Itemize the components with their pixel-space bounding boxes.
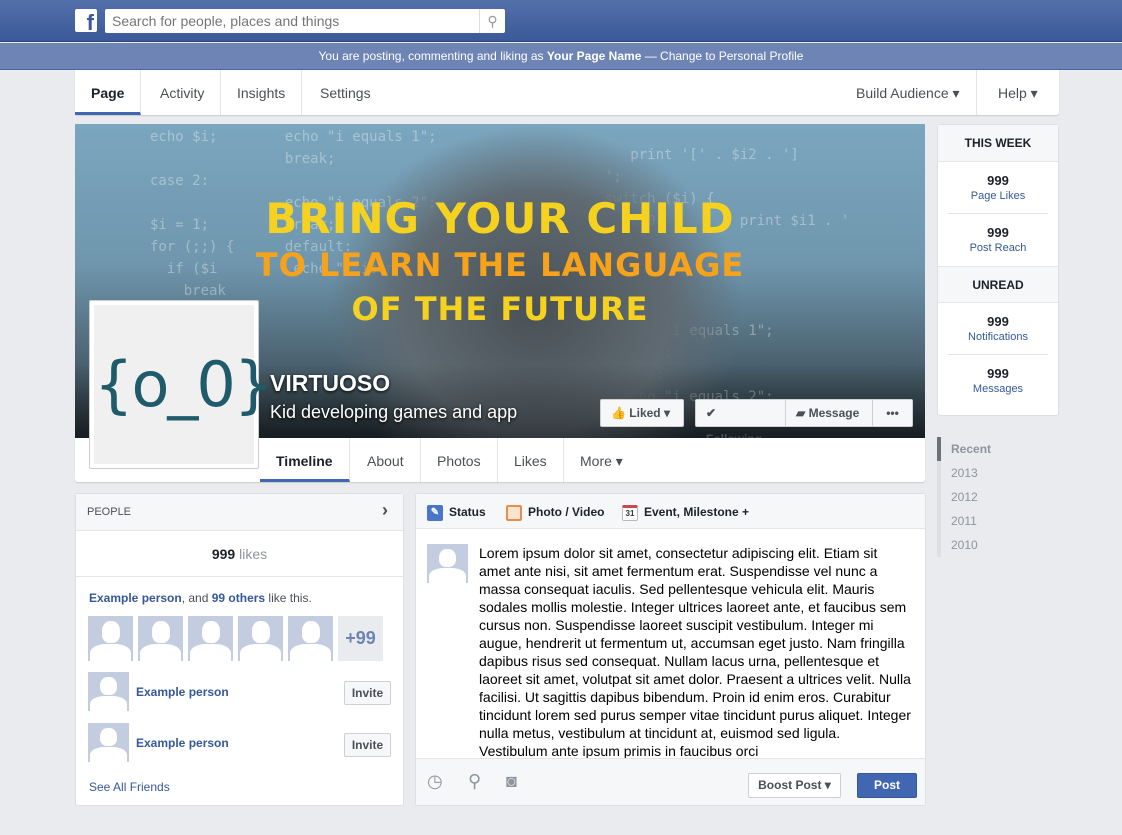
people-header[interactable]: PEOPLE › <box>76 494 403 531</box>
friend-avatar[interactable] <box>288 616 333 661</box>
tab-insights[interactable]: Insights <box>221 70 303 115</box>
build-audience-menu[interactable]: Build Audience ▾ <box>840 70 977 115</box>
year-2012[interactable]: 2012 <box>937 485 991 509</box>
tab-likes[interactable]: Likes <box>498 438 564 482</box>
composer-footer: ◷ ⚲ ◙ Boost Post ▾ Post <box>416 758 925 805</box>
likes-summary[interactable]: 999 likes <box>76 531 403 577</box>
camera-icon[interactable]: ◙ <box>506 771 517 792</box>
facebook-logo[interactable]: f <box>75 9 97 32</box>
tab-activity[interactable]: Activity <box>144 70 222 115</box>
pencil-icon: ✎ <box>427 504 443 521</box>
tab-settings[interactable]: Settings <box>304 70 387 115</box>
clock-icon[interactable]: ◷ <box>427 771 443 792</box>
status-text-input[interactable]: Lorem ipsum dolor sit amet, consectetur … <box>479 544 911 760</box>
notice-text: You are posting, commenting and liking a… <box>318 49 547 63</box>
tab-photo-video[interactable]: Photo / Video <box>506 504 604 521</box>
cover-headline-2: TO LEARN THE LANGUAGE <box>255 246 745 284</box>
tab-event-label: Event, Milestone + <box>644 505 750 519</box>
posting-as-notice: You are posting, commenting and liking a… <box>0 43 1122 70</box>
stats-sidebar: THIS WEEK 999 Page Likes 999 Post Reach UN… <box>937 124 1059 416</box>
year-recent[interactable]: Recent <box>937 437 991 461</box>
page-name: Your Page Name <box>546 49 642 63</box>
friends-like-text: Example person, and 99 others like this. <box>89 591 312 605</box>
people-card: PEOPLE › 999 likes Example person, and 9… <box>75 493 404 806</box>
chevron-right-icon[interactable]: › <box>382 500 388 521</box>
friend-avatar[interactable] <box>238 616 283 661</box>
top-bar: f ⚲ <box>0 0 1122 42</box>
following-button[interactable]: ✔ Following <box>695 399 786 446</box>
thumbs-up-icon: 👍 <box>611 406 626 420</box>
help-menu[interactable]: Help ▾ <box>982 70 1054 115</box>
liked-button[interactable]: 👍 Liked ▾ <box>600 399 684 427</box>
unread-heading: UNREAD <box>938 266 1058 303</box>
location-pin-icon[interactable]: ⚲ <box>468 771 481 792</box>
stat-page-likes[interactable]: 999 Page Likes <box>948 162 1048 214</box>
this-week-heading: THIS WEEK <box>938 125 1058 162</box>
profile-logo: {o_0} <box>94 305 273 464</box>
year-2011[interactable]: 2011 <box>937 509 991 533</box>
stat-value: 999 <box>987 225 1009 240</box>
friend-avatar[interactable] <box>138 616 183 661</box>
year-2013[interactable]: 2013 <box>937 461 991 485</box>
others-link[interactable]: 99 others <box>212 591 265 605</box>
stat-post-reach[interactable]: 999 Post Reach <box>948 214 1048 266</box>
post-button[interactable]: Post <box>857 773 917 798</box>
suggestion-avatar[interactable] <box>88 723 129 762</box>
search-input[interactable] <box>105 9 505 33</box>
like-this-text: like this. <box>265 591 312 605</box>
photo-icon <box>506 504 522 521</box>
tab-event-milestone[interactable]: 31 Event, Milestone + <box>622 504 749 521</box>
see-all-friends-link[interactable]: See All Friends <box>89 780 170 794</box>
stat-notifications[interactable]: 999 Notifications <box>948 303 1048 355</box>
invite-button[interactable]: Invite <box>344 681 391 705</box>
friend-link[interactable]: Example person <box>89 591 182 605</box>
page-description: Kid developing games and app <box>270 402 518 422</box>
friend-avatar[interactable] <box>88 616 133 661</box>
boost-post-button[interactable]: Boost Post ▾ <box>748 773 841 798</box>
stat-label: Notifications <box>968 331 1028 343</box>
people-title: PEOPLE <box>87 506 132 518</box>
liked-label: Liked ▾ <box>629 406 670 420</box>
tab-timeline[interactable]: Timeline <box>260 438 350 482</box>
year-navigation: Recent 2013 2012 2011 2010 <box>937 437 991 557</box>
stat-label: Page Likes <box>970 190 1026 202</box>
tab-status[interactable]: ✎ Status <box>427 504 486 521</box>
speech-bubble-icon: ▰ <box>796 406 806 420</box>
suggestion-name[interactable]: Example person <box>136 685 229 699</box>
suggestion-name[interactable]: Example person <box>136 736 229 750</box>
tab-photo-label: Photo / Video <box>528 505 605 519</box>
tab-about[interactable]: About <box>351 438 421 482</box>
search-icon[interactable]: ⚲ <box>479 9 505 33</box>
page-nav: Page Activity Insights Settings Build Au… <box>75 70 1059 115</box>
author-avatar <box>427 544 468 583</box>
tab-more[interactable]: More ▾ <box>564 438 639 482</box>
likes-count: 999 <box>211 546 236 562</box>
message-button[interactable]: ▰ Message <box>785 399 873 427</box>
tab-photos[interactable]: Photos <box>421 438 498 482</box>
cover-headline-1: BRING YOUR CHILD <box>265 194 735 243</box>
stat-value: 999 <box>987 314 1009 329</box>
post-composer: ✎ Status Photo / Video 31 Event, Milestone… <box>415 493 926 806</box>
stat-label: Messages <box>972 383 1024 395</box>
invite-button[interactable]: Invite <box>344 733 391 757</box>
more-options-button[interactable]: ••• <box>872 399 913 427</box>
year-2010[interactable]: 2010 <box>937 533 991 557</box>
more-friends-count[interactable]: +99 <box>338 616 383 661</box>
page-name-title[interactable]: VIRTUOSO <box>270 370 390 397</box>
tab-page[interactable]: Page <box>75 70 142 115</box>
stat-messages[interactable]: 999 Messages <box>948 355 1048 407</box>
message-label: Message <box>808 406 860 420</box>
suggestion-avatar[interactable] <box>88 672 129 711</box>
stat-label: Post Reach <box>969 242 1027 254</box>
change-profile-link[interactable]: — Change to Personal Profile <box>641 49 804 63</box>
calendar-icon: 31 <box>622 504 638 521</box>
friend-avatar[interactable] <box>188 616 233 661</box>
profile-picture[interactable]: {o_0} <box>89 300 273 469</box>
and-text: , and <box>181 591 212 605</box>
tab-status-label: Status <box>449 505 486 519</box>
stat-value: 999 <box>987 366 1009 381</box>
stat-value: 999 <box>987 173 1009 188</box>
likes-label: likes <box>239 546 268 562</box>
